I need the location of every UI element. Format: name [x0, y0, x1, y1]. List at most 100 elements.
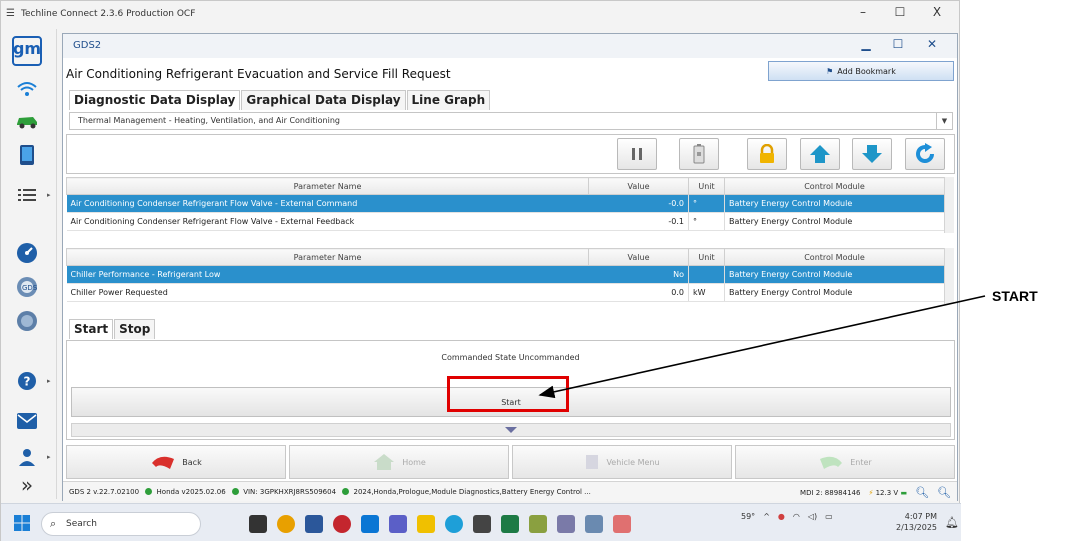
- arrow-down-icon: [862, 145, 882, 163]
- app-icon[interactable]: [305, 515, 323, 533]
- vehicle-menu-button[interactable]: Vehicle Menu: [512, 445, 732, 479]
- enter-button[interactable]: Enter: [735, 445, 955, 479]
- col-control-module[interactable]: Control Module: [724, 177, 945, 195]
- outer-minimize-button[interactable]: –: [848, 5, 878, 25]
- task-view-icon[interactable]: [249, 515, 267, 533]
- list-menu-icon[interactable]: [11, 181, 43, 209]
- screenshot-stage: ☰ Techline Connect 2.3.6 Production OCF …: [0, 0, 1068, 541]
- expand-panel-bar[interactable]: [71, 423, 951, 437]
- table-row[interactable]: Air Conditioning Condenser Refrigerant F…: [66, 212, 945, 231]
- weather-text[interactable]: 59°: [741, 512, 755, 521]
- app-gray-icon[interactable]: [557, 515, 575, 533]
- tab-line-graph[interactable]: Line Graph: [406, 90, 491, 110]
- tab-graphical-data-display[interactable]: Graphical Data Display: [241, 90, 406, 110]
- table-row[interactable]: Chiller Power Requested 0.0 kW Battery E…: [66, 283, 945, 302]
- hamburger-icon[interactable]: ☰: [6, 8, 15, 19]
- chevron-up-icon[interactable]: ^: [763, 512, 770, 521]
- record-button[interactable]: [679, 138, 719, 170]
- app-pink-icon[interactable]: [613, 515, 631, 533]
- status-left: GDS 2 v.22.7.02100 Honda v2025.02.06 VIN…: [69, 488, 591, 496]
- commanded-state-text: Commanded State Uncommanded: [441, 353, 580, 362]
- outer-close-button[interactable]: X: [922, 5, 952, 25]
- pause-button[interactable]: [617, 138, 657, 170]
- scroll-up-button[interactable]: [800, 138, 840, 170]
- mail-icon[interactable]: [11, 407, 43, 435]
- teams-icon[interactable]: [389, 515, 407, 533]
- tray-app-icon[interactable]: ●: [778, 512, 785, 521]
- tab-stop[interactable]: Stop: [114, 319, 156, 339]
- table-2-scrollbar[interactable]: [944, 248, 954, 304]
- col-unit[interactable]: Unit: [688, 177, 725, 195]
- col-unit[interactable]: Unit: [688, 248, 725, 266]
- vehicle-menu-label: Vehicle Menu: [606, 457, 660, 467]
- zoom-icon[interactable]: 🔍︎: [937, 486, 951, 499]
- module-select-dropdown[interactable]: Thermal Management - Heating, Ventilatio…: [69, 112, 953, 130]
- collapse-sidebar-icon[interactable]: »: [11, 471, 43, 499]
- back-label: Back: [182, 457, 202, 467]
- help-icon[interactable]: ?: [11, 367, 43, 395]
- table-row[interactable]: Air Conditioning Condenser Refrigerant F…: [66, 194, 945, 213]
- tab-start[interactable]: Start: [69, 319, 114, 339]
- parameter-table-1: Parameter Name Value Unit Control Module…: [66, 177, 945, 231]
- outer-title-bar: ☰ Techline Connect 2.3.6 Production OCF …: [1, 1, 959, 29]
- chevron-down-icon[interactable]: ▼: [936, 113, 952, 129]
- excel-icon[interactable]: [501, 515, 519, 533]
- vehicle-icon[interactable]: [11, 107, 43, 135]
- refresh-button[interactable]: [905, 138, 945, 170]
- outer-maximize-button[interactable]: ☐: [885, 5, 915, 25]
- edge-icon[interactable]: [445, 515, 463, 533]
- volume-icon[interactable]: ◁): [808, 512, 817, 521]
- gds2-close-button[interactable]: ✕: [919, 37, 945, 55]
- wifi-icon[interactable]: [11, 75, 43, 103]
- param-name: Chiller Performance - Refrigerant Low: [66, 265, 589, 284]
- table-1-scrollbar[interactable]: [944, 177, 954, 233]
- wifi-icon[interactable]: ◠: [793, 512, 800, 521]
- param-value: 0.0: [588, 283, 689, 302]
- lock-button[interactable]: [747, 138, 787, 170]
- table-header-row: Parameter Name Value Unit Control Module: [66, 248, 945, 266]
- tab-diagnostic-data-display[interactable]: Diagnostic Data Display: [69, 90, 241, 110]
- add-bookmark-button[interactable]: ⚑ Add Bookmark: [768, 61, 954, 81]
- battery-icon[interactable]: ▭: [825, 512, 833, 521]
- col-control-module[interactable]: Control Module: [724, 248, 945, 266]
- app-red-icon[interactable]: [333, 515, 351, 533]
- taskbar-clock[interactable]: 4:07 PM 2/13/2025: [896, 511, 937, 533]
- honda-version: Honda v2025.02.06: [156, 488, 226, 496]
- app-blue-gray-icon[interactable]: [585, 515, 603, 533]
- col-parameter-name[interactable]: Parameter Name: [66, 248, 589, 266]
- windows-start-icon[interactable]: [14, 515, 30, 531]
- notification-bell-icon[interactable]: 🔔︎: [945, 516, 959, 529]
- home-button[interactable]: Home: [289, 445, 509, 479]
- col-value[interactable]: Value: [588, 248, 689, 266]
- gauge-icon[interactable]: [11, 239, 43, 267]
- file-explorer-icon[interactable]: [417, 515, 435, 533]
- search-icon[interactable]: 🔍︎: [915, 486, 929, 499]
- taskbar-search-input[interactable]: ⌕ Search: [41, 512, 201, 536]
- scroll-down-button[interactable]: [852, 138, 892, 170]
- chrome-icon[interactable]: [277, 515, 295, 533]
- vehicle-text: 2024,Honda,Prologue,Module Diagnostics,B…: [353, 488, 591, 496]
- app-green-icon[interactable]: [529, 515, 547, 533]
- vin-text: VIN: 3GPKHXRJ8RS509604: [243, 488, 337, 496]
- gds2-minimize-button[interactable]: ▁: [853, 37, 879, 55]
- home-label: Home: [402, 457, 426, 467]
- param-value: -0.0: [588, 194, 689, 213]
- user-arrow-icon: ▸: [47, 453, 51, 461]
- back-button[interactable]: Back: [66, 445, 286, 479]
- gds2-maximize-button[interactable]: ☐: [885, 37, 911, 55]
- device-icon[interactable]: [11, 141, 43, 169]
- user-icon[interactable]: [11, 443, 43, 471]
- table-row[interactable]: Chiller Performance - Refrigerant Low No…: [66, 265, 945, 284]
- col-parameter-name[interactable]: Parameter Name: [66, 177, 589, 195]
- enter-label: Enter: [850, 457, 872, 467]
- globe-icon[interactable]: [11, 307, 43, 335]
- arrow-up-icon: [810, 145, 830, 163]
- app-dark-icon[interactable]: [473, 515, 491, 533]
- battery-status-icon: ▬: [900, 488, 908, 497]
- bookmark-icon: ⚑: [826, 66, 834, 76]
- gm-logo-button[interactable]: gm: [11, 36, 43, 66]
- outlook-icon[interactable]: [361, 515, 379, 533]
- gds-icon[interactable]: GDS: [11, 273, 43, 301]
- col-value[interactable]: Value: [588, 177, 689, 195]
- control-tabs: Start Stop: [69, 319, 156, 339]
